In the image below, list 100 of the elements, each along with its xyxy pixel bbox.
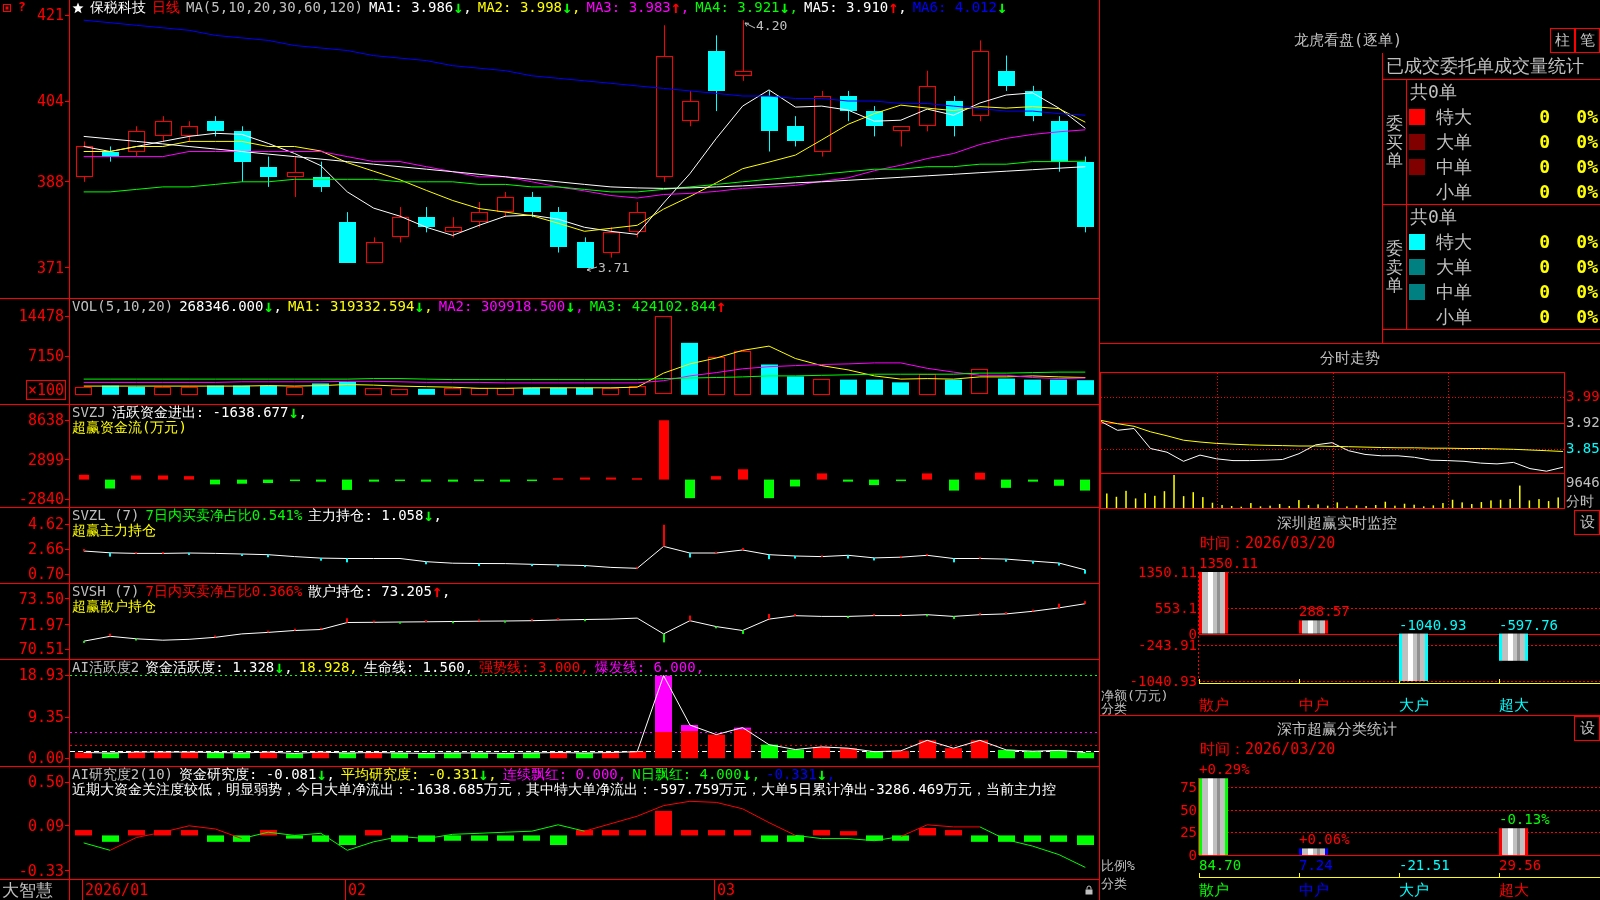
header-text: 7日内买卖净占比0.366%: [145, 584, 303, 599]
header-text: 主力持仓: 1.058: [308, 508, 424, 523]
candlestick: [946, 95, 963, 137]
category-label: 散户: [1199, 882, 1229, 898]
header-text: 日线: [152, 0, 180, 15]
unit-label: ×100: [26, 380, 67, 400]
change-tick: [162, 552, 164, 554]
axis-tick-label: 14478: [18, 308, 69, 325]
date-axis-label: 03: [714, 880, 736, 900]
volume-bar: [734, 351, 751, 395]
fund-flow-bar: [580, 477, 590, 480]
fund-flow-bar: [210, 479, 220, 485]
candlestick: [761, 90, 778, 153]
research-bar: [339, 835, 356, 845]
header-text: ,: [680, 0, 690, 15]
header-text: MA5: 3.910: [803, 0, 889, 15]
candlestick: [366, 236, 383, 264]
header-text: AI活跃度2: [72, 660, 140, 675]
header-text: ,: [273, 299, 282, 314]
brand-logo-text: 大智慧: [0, 880, 70, 900]
change-tick: [1032, 609, 1034, 612]
axis-tick-label: 8638: [27, 412, 69, 429]
research-bar: [1024, 835, 1041, 842]
volume-caption: 分时: [1566, 493, 1594, 509]
settings-button[interactable]: 设: [1574, 510, 1600, 535]
research-bar: [365, 830, 382, 836]
category-label: 中户: [1299, 882, 1329, 898]
change-tick: [953, 616, 955, 619]
header-text: 爆发线: 6.000,: [594, 660, 705, 675]
research-bar: [471, 835, 488, 841]
fund-flow-bar: [1001, 479, 1011, 488]
change-tick: [241, 554, 243, 556]
volume-bar: [998, 378, 1015, 395]
activity-bar: [260, 752, 277, 759]
fund-flow-bar: [711, 476, 721, 480]
settings-button[interactable]: 设: [1574, 716, 1600, 741]
change-tick: [979, 613, 981, 615]
volume-bar: [1077, 380, 1094, 395]
header-text: MA2: 309918.500: [438, 299, 566, 314]
axis-tick-label: 388: [36, 173, 69, 190]
volume-bar: [154, 387, 171, 395]
change-tick: [557, 618, 559, 620]
activity-bar: [312, 752, 329, 759]
price-extreme-label: 3.71: [598, 260, 630, 275]
category-bar: [1199, 572, 1228, 634]
change-tick: [873, 557, 875, 561]
pointer-arrow-icon: [744, 22, 756, 31]
bar-value-label: 29.56: [1499, 857, 1542, 873]
header-text: ,: [826, 767, 836, 782]
fund-flow-bar: [316, 479, 326, 482]
axis-tick-label: -2840: [18, 491, 69, 507]
fund-flow-bar: [685, 479, 695, 499]
change-percent-label: +0.29%: [1199, 761, 1250, 778]
activity-bar: [945, 748, 962, 759]
change-tick: [346, 618, 348, 623]
header-text: ,: [441, 584, 451, 599]
change-tick: [294, 628, 296, 631]
max-volume-label: 9646: [1566, 474, 1600, 490]
change-tick: [425, 561, 427, 565]
activity-bar: [365, 752, 382, 759]
count-value: 0: [1538, 232, 1550, 253]
axis-title: 分类: [1101, 876, 1127, 890]
volume-bar: [286, 387, 303, 395]
row-label: 特大: [1436, 107, 1473, 128]
volume-bar: [550, 387, 567, 395]
header-text: ,: [284, 660, 293, 675]
change-tick: [689, 553, 691, 558]
trend-arrow: ↓: [263, 299, 274, 314]
axis-tick-label: 0: [1188, 847, 1197, 863]
axis-tick-label: 75: [1180, 779, 1197, 796]
change-tick: [135, 638, 137, 641]
fund-flow-bar: [949, 479, 959, 491]
axis-tick-label: 371: [36, 259, 69, 276]
help-button[interactable]: ?: [18, 0, 26, 14]
axis-tick-label: 421: [36, 7, 69, 24]
change-tick: [584, 565, 586, 568]
activity-bar: [523, 752, 540, 759]
percent-value: 0%: [1576, 257, 1599, 277]
activity-bar: [75, 752, 92, 759]
toggle-button[interactable]: 笔: [1575, 28, 1600, 53]
change-tick: [742, 548, 744, 550]
volume-bar: [971, 369, 988, 394]
activity-bar: [813, 746, 830, 759]
row-label: 大单: [1436, 257, 1473, 277]
change-tick: [900, 613, 902, 616]
header-text: MA3: 3.983: [586, 0, 671, 15]
y-tick-label: 421: [36, 6, 64, 25]
trend-arrow: ↓: [562, 0, 573, 15]
header-text: 7日内买卖净占比0.541%: [145, 508, 303, 523]
y-tick-label: 7150: [27, 347, 64, 366]
volume-bar: [1050, 379, 1067, 395]
toggle-button[interactable]: 柱: [1550, 28, 1575, 53]
change-tick: [926, 554, 928, 556]
lock-icon: [1085, 885, 1093, 895]
header-text: 连续飘红: 0.000,: [502, 767, 627, 782]
change-tick: [926, 614, 928, 617]
y-tick-label: 9.35: [27, 708, 64, 727]
volume-bar: [866, 379, 883, 395]
header-text: 散户持仓: 73.205: [308, 584, 432, 599]
count-value: 0: [1538, 306, 1550, 327]
